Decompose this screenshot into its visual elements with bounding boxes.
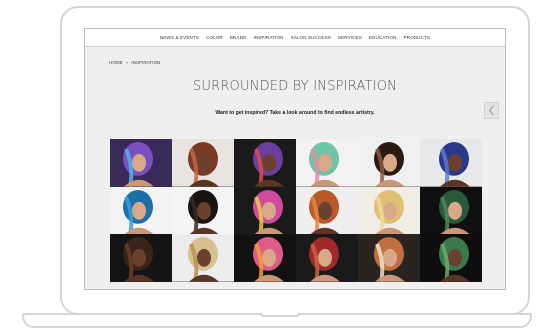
blonde-waves-photo[interactable]: [358, 186, 420, 235]
dark-bob-photo[interactable]: [110, 234, 172, 282]
floral-curls-photo[interactable]: [358, 234, 420, 282]
chevron-left-icon: [488, 105, 494, 116]
page-title: SURROUNDED BY INSPIRATION: [192, 79, 398, 94]
afro-puff-photo[interactable]: [172, 186, 234, 235]
dark-crop-photo[interactable]: [358, 139, 420, 187]
carousel-prev-button[interactable]: [484, 102, 499, 119]
laptop-base: [22, 313, 532, 328]
nav-services[interactable]: SERVICES: [338, 35, 362, 40]
nav-salon-success[interactable]: SALON SUCCESS: [291, 35, 331, 40]
green-fringe-photo[interactable]: [420, 186, 482, 235]
nav-products[interactable]: PRODUCTS: [404, 35, 431, 40]
nav-color[interactable]: COLOR: [206, 35, 223, 40]
blue-profile-photo[interactable]: [110, 186, 172, 235]
nav-inspiration[interactable]: INSPIRATION: [253, 35, 283, 40]
inspiration-gallery: [110, 139, 482, 282]
rainbow-strands-photo[interactable]: [296, 139, 358, 187]
purple-blue-hair-photo[interactable]: [110, 139, 172, 187]
copper-braid-photo[interactable]: [296, 186, 358, 235]
platinum-curls-photo[interactable]: [172, 234, 234, 282]
breadcrumb-current: INSPIRATION: [131, 60, 161, 65]
multicolor-long-photo[interactable]: [234, 234, 296, 282]
nav-brand[interactable]: BRAND: [230, 35, 247, 40]
blue-updo-photo[interactable]: [420, 139, 482, 187]
website-screen: NEWS & EVENTS COLOR BRAND INSPIRATION SA…: [84, 28, 506, 290]
nav-education[interactable]: EDUCATION: [369, 35, 397, 40]
nav-news-events[interactable]: NEWS & EVENTS: [160, 35, 199, 40]
breadcrumb: HOME » INSPIRATION: [109, 60, 160, 65]
breadcrumb-separator: »: [125, 60, 129, 65]
top-navigation: NEWS & EVENTS COLOR BRAND INSPIRATION SA…: [85, 29, 505, 47]
neon-long-hair-photo[interactable]: [234, 186, 296, 235]
laptop-notch: [260, 313, 300, 317]
page-subtitle: Want to get inspired? Take a look around…: [215, 110, 375, 116]
red-afro-photo[interactable]: [296, 234, 358, 282]
colorful-wrap-photo[interactable]: [234, 139, 296, 187]
green-streaks-photo[interactable]: [420, 234, 482, 282]
breadcrumb-home[interactable]: HOME: [109, 60, 123, 65]
auburn-bob-photo[interactable]: [172, 139, 234, 187]
